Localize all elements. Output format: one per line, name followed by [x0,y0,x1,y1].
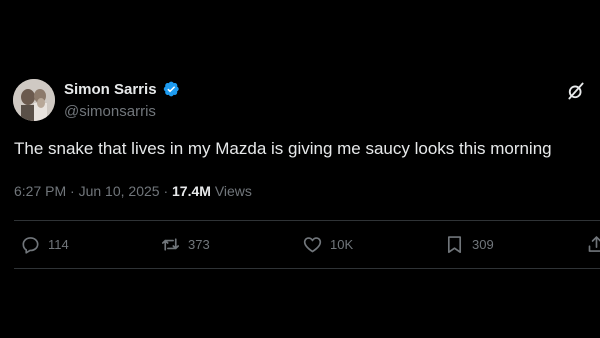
meta-separator: · [70,183,75,199]
avatar[interactable] [13,79,55,121]
author-display-name[interactable]: Simon Sarris [64,81,157,98]
divider [14,220,600,221]
tweet-text: The snake that lives in my Mazda is givi… [14,139,552,158]
reply-icon [22,237,39,254]
like-button[interactable]: 10K [302,234,353,255]
share-button[interactable] [586,234,600,255]
heart-icon [303,237,322,253]
repost-button[interactable]: 373 [160,234,210,255]
views-label: Views [214,183,252,199]
like-count: 10K [330,237,354,252]
bookmark-icon [447,236,462,254]
grok-icon[interactable] [566,81,586,101]
bookmark-count: 309 [472,237,494,252]
bookmark-button[interactable]: 309 [444,234,494,255]
divider [14,268,600,269]
tweet-meta: 6:27 PM · Jun 10, 2025 · 17.4M Views [14,183,252,199]
tweet-card: Simon Sarris @simonsarris The snake that… [0,0,600,338]
repost-count: 373 [188,237,210,252]
share-icon [588,236,600,252]
meta-separator: · [163,183,169,199]
author-handle[interactable]: @simonsarris [64,103,156,120]
avatar-photo [13,79,55,121]
reply-button[interactable]: 114 [20,234,69,255]
tweet-date[interactable]: Jun 10, 2025 [79,183,160,199]
reply-count: 114 [48,237,69,252]
verified-badge-icon [162,80,180,98]
author-name-row: Simon Sarris [64,80,180,98]
tweet-time[interactable]: 6:27 PM [14,183,66,199]
views-count[interactable]: 17.4M [172,183,211,199]
repost-icon [161,238,180,251]
